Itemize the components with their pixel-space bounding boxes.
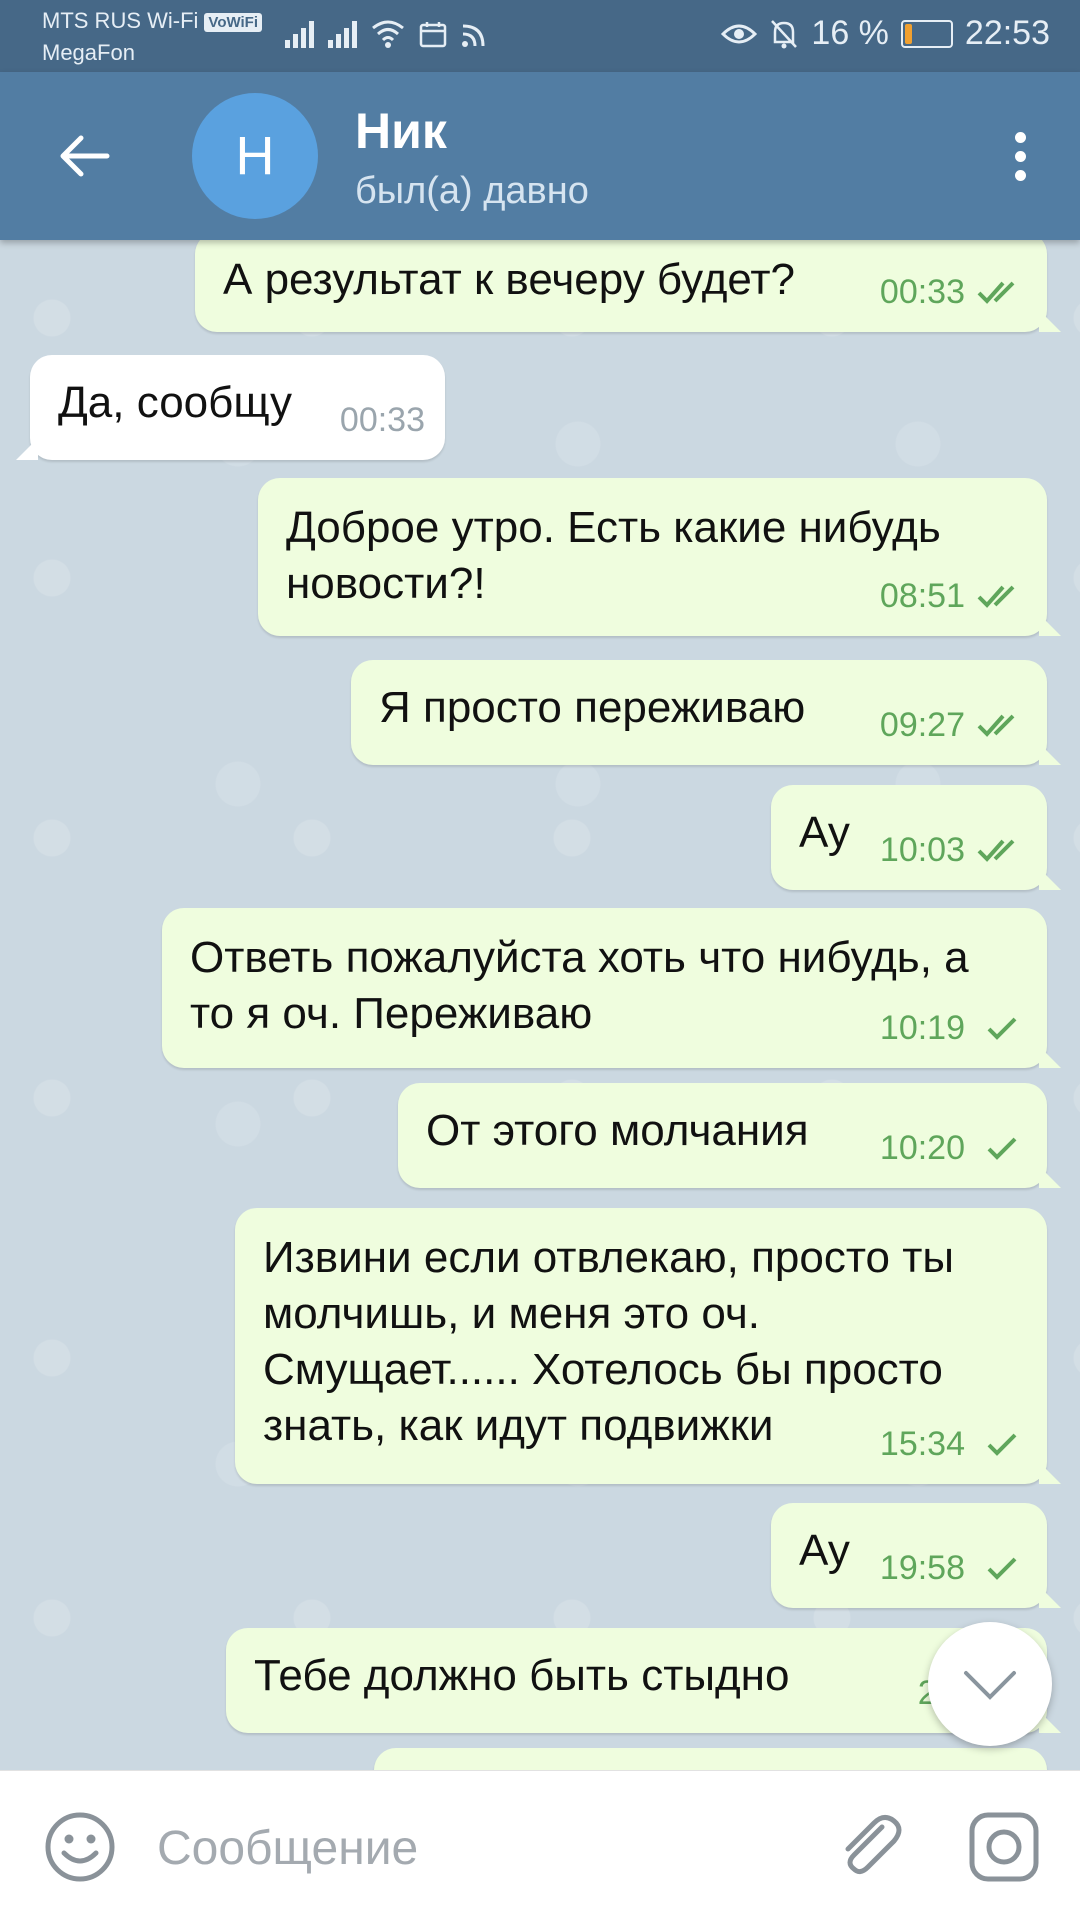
contact-name[interactable]: Ник (355, 102, 447, 160)
check-icon (987, 1433, 1017, 1456)
outgoing-message[interactable]: Тебе должно быть стыдно22: (226, 1628, 1061, 1733)
bubble-tail (1039, 310, 1061, 332)
status-icons-left (285, 18, 487, 48)
message-text: Тебе должно быть стыдно (254, 1651, 790, 1700)
message-input[interactable] (155, 1811, 779, 1885)
message-meta: 09:27 (880, 697, 1027, 753)
chevron-down-icon (964, 1671, 1016, 1700)
message-time: 19:58 (879, 1549, 965, 1587)
double-check-icon (977, 714, 1015, 737)
camera-icon[interactable] (966, 1809, 1042, 1885)
battery-percent: 16 % (811, 14, 889, 52)
clock: 22:53 (964, 14, 1050, 52)
message-time: 10:19 (879, 1009, 965, 1047)
bubble-tail (1039, 1166, 1061, 1188)
message-time: 10:03 (879, 831, 965, 869)
carrier-line1: MTS RUS Wi-Fi (42, 8, 199, 33)
message-list[interactable]: А результат к вечеру будет? 00:33 Да, сооб… (0, 240, 1080, 1770)
message-text: Ау (799, 808, 850, 857)
eye-icon (721, 24, 758, 43)
outgoing-message[interactable] (374, 1748, 1047, 1770)
bubble-tail (1039, 1586, 1061, 1608)
message-time: 08:51 (879, 577, 965, 615)
message-meta: 15:34 (880, 1416, 1027, 1472)
carrier-label: MTS RUS Wi-Fi VoWiFi (42, 8, 262, 34)
message-meta: 10:20 (880, 1120, 1027, 1176)
message-time: 10:20 (879, 1129, 965, 1167)
bubble-tail (1039, 868, 1061, 890)
incoming-message[interactable]: Да, сообщу 00:33 (16, 355, 445, 460)
carrier-line2: MegaFon (42, 40, 135, 65)
chat-header: Н Ник был(а) давно (0, 72, 1080, 240)
double-check-icon (977, 585, 1015, 608)
double-check-icon (977, 281, 1015, 304)
outgoing-message[interactable]: Доброе утро. Есть какие нибудь новости?!… (258, 478, 1061, 636)
contact-status: был(а) давно (355, 170, 589, 212)
message-text: А результат к вечеру будет? (223, 255, 795, 304)
message-text: Ау (799, 1526, 850, 1575)
status-bar: MTS RUS Wi-Fi VoWiFi MegaFon 16 % 22:53 (0, 0, 1080, 72)
bubble-tail (16, 438, 38, 460)
outgoing-message[interactable]: А результат к вечеру будет? 00:33 (195, 240, 1061, 332)
composer-bar (0, 1770, 1080, 1921)
bell-off-icon (771, 19, 798, 48)
message-meta: 10:19 (880, 1000, 1027, 1056)
rss-icon (462, 24, 485, 47)
vowifi-badge: VoWiFi (204, 12, 262, 32)
message-time: 15:34 (879, 1425, 965, 1463)
message-meta: 00:33 (340, 392, 425, 448)
battery-icon (900, 19, 953, 48)
outgoing-message[interactable]: Ау 10:03 (771, 785, 1061, 890)
message-time: 00:33 (879, 273, 965, 311)
more-dots-icon (1014, 131, 1026, 143)
signal-icon (285, 18, 314, 48)
message-text: Да, сообщу (58, 378, 293, 427)
outgoing-message[interactable]: Ответь пожалуйста хоть что нибудь, а то … (162, 908, 1061, 1068)
message-time: 00:33 (339, 401, 425, 439)
emoji-icon[interactable] (42, 1809, 118, 1885)
check-icon (987, 1557, 1017, 1580)
message-meta: 08:51 (880, 568, 1027, 624)
avatar[interactable]: Н (192, 93, 318, 219)
outgoing-message[interactable]: Ау 19:58 (771, 1503, 1061, 1608)
bubble-tail (1039, 1462, 1061, 1484)
bubble-tail (1039, 1046, 1061, 1068)
signal-icon (328, 18, 357, 48)
check-icon (987, 1137, 1017, 1160)
outgoing-message[interactable]: Извини если отвлекаю, просто ты молчишь,… (235, 1208, 1061, 1484)
avatar-letter: Н (235, 126, 275, 186)
message-meta: 19:58 (880, 1540, 1027, 1596)
message-time: 09:27 (879, 706, 965, 744)
calendar-icon (419, 22, 447, 48)
paperclip-icon[interactable] (830, 1807, 910, 1887)
message-meta: 00:33 (880, 264, 1027, 320)
wifi-icon (372, 20, 404, 48)
check-icon (987, 1017, 1017, 1040)
message-text: От этого молчания (426, 1106, 809, 1155)
outgoing-message[interactable]: От этого молчания 10:20 (398, 1083, 1061, 1188)
status-icons-right: 16 % 22:53 (721, 14, 1050, 53)
bubble-tail (1039, 614, 1061, 636)
back-button[interactable] (40, 120, 130, 192)
message-text: Я просто переживаю (379, 683, 806, 732)
scroll-down-button[interactable] (928, 1622, 1052, 1746)
back-arrow-icon (60, 135, 110, 177)
message-meta: 10:03 (880, 822, 1027, 878)
more-menu-button[interactable] (990, 120, 1050, 192)
bubble-tail (1039, 743, 1061, 765)
double-check-icon (977, 839, 1015, 862)
outgoing-message[interactable]: Я просто переживаю 09:27 (351, 660, 1061, 765)
